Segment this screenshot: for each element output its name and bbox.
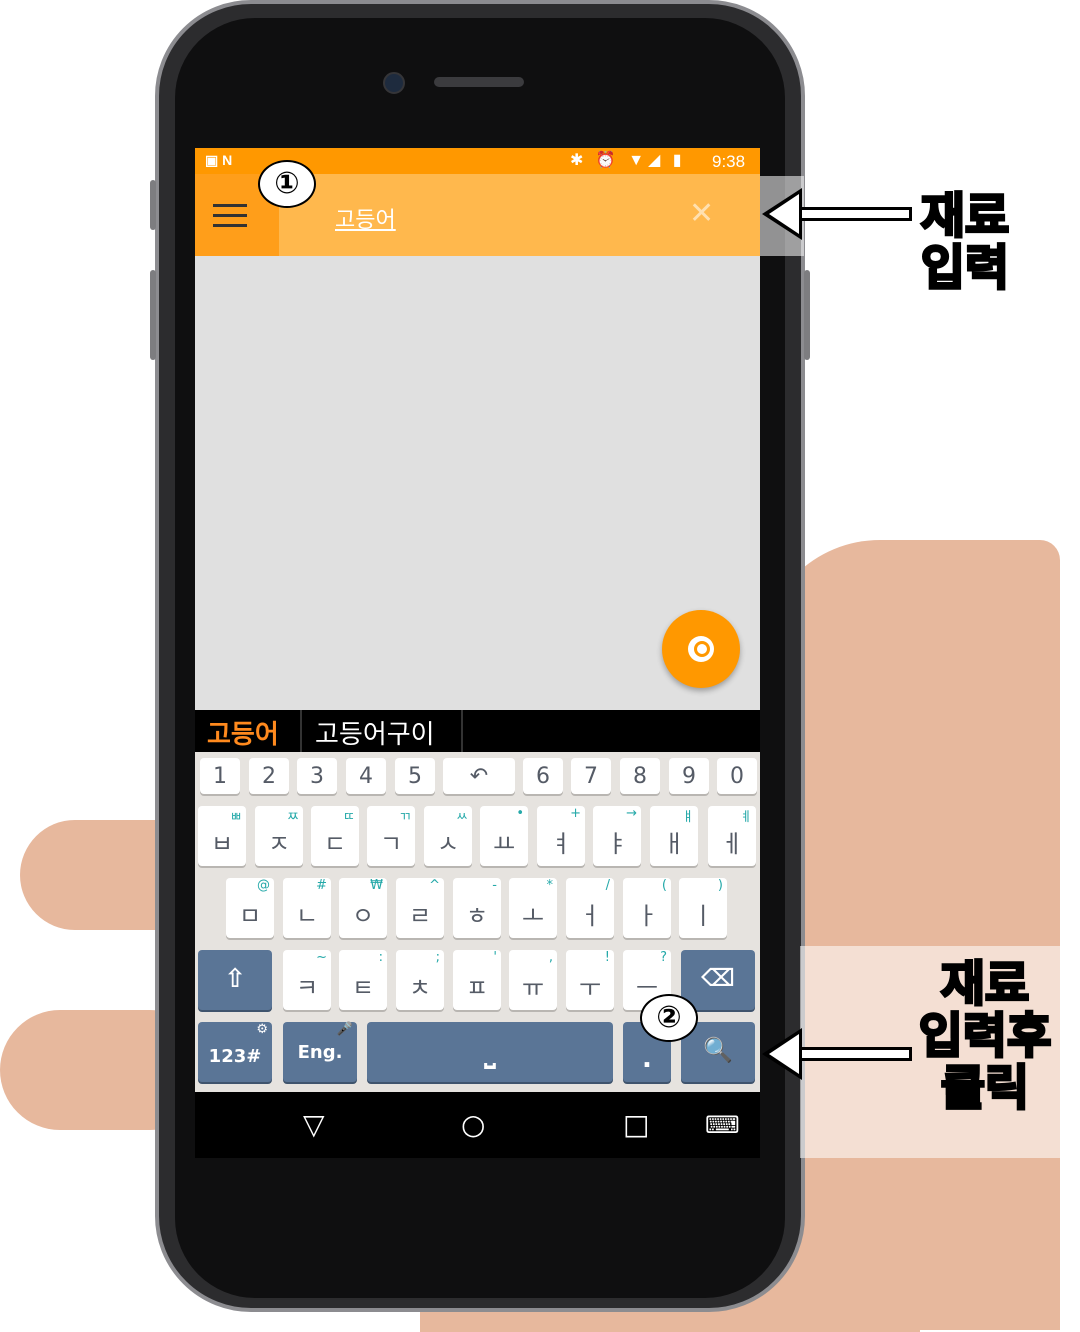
front-camera [383, 72, 405, 94]
key-5[interactable]: 5 [395, 758, 435, 794]
results-area [195, 256, 760, 710]
key-3[interactable]: 3 [297, 758, 337, 794]
gear-icon: ⚙ [256, 1022, 268, 1037]
chef-search-icon [688, 636, 714, 662]
key-7[interactable]: 7 [571, 758, 611, 794]
backspace-icon: ⌫ [701, 964, 735, 992]
side-button [150, 270, 156, 360]
key-ng[interactable]: ₩ ㅇ [339, 878, 387, 938]
key-1[interactable]: 1 [200, 758, 240, 794]
key-n[interactable]: # ㄴ [283, 878, 331, 938]
side-button [150, 180, 156, 230]
key-ya[interactable]: → ㅑ [593, 806, 641, 866]
hamburger-menu-icon[interactable] [213, 204, 247, 228]
key-t[interactable]: :ㅌ [339, 950, 387, 1010]
shift-icon: ⇧ [224, 964, 246, 994]
microphone-icon: 🎤 [336, 1022, 353, 1037]
key-u[interactable]: ! ㅜ [566, 950, 614, 1010]
shift-key[interactable]: ⇧ [198, 950, 272, 1010]
key-4[interactable]: 4 [346, 758, 386, 794]
key-a[interactable]: (ㅏ [623, 878, 671, 938]
back-icon[interactable]: ▽ [303, 1108, 325, 1141]
earpiece-speaker [434, 77, 524, 87]
callout-1: ① [258, 160, 316, 208]
number-mode-key[interactable]: ⚙ 123# [198, 1022, 272, 1082]
language-key[interactable]: 🎤 Eng. [283, 1022, 357, 1082]
key-6[interactable]: 6 [523, 758, 563, 794]
side-button [804, 270, 810, 360]
close-icon[interactable]: ✕ [689, 196, 714, 231]
backspace-key[interactable]: ⌫ [681, 950, 755, 1010]
key-2[interactable]: 2 [249, 758, 289, 794]
suggestion-item[interactable]: 고등어구이 [315, 714, 435, 750]
key-0[interactable]: 0 [717, 758, 757, 794]
home-icon[interactable]: ○ [461, 1108, 485, 1141]
undo-icon: ↶ [469, 764, 489, 789]
callout-2: ② [640, 994, 698, 1042]
key-ae[interactable]: ㅒㅐ [650, 806, 698, 866]
key-9[interactable]: 9 [669, 758, 709, 794]
key-e[interactable]: ㅖㅔ [708, 806, 756, 866]
clock: 9:38 [712, 152, 746, 171]
space-key[interactable]: ⎵ [367, 1022, 613, 1082]
key-ch[interactable]: ; ㅊ [396, 950, 444, 1010]
key-j[interactable]: ㅉㅈ [255, 806, 303, 866]
key-d[interactable]: ㄸㄷ [311, 806, 359, 866]
key-8[interactable]: 8 [620, 758, 660, 794]
divider [461, 710, 463, 752]
divider [300, 710, 302, 752]
arrow-to-search-key [762, 1028, 912, 1080]
key-yu[interactable]: ,ㅠ [509, 950, 557, 1010]
key-i[interactable]: ) ㅣ [679, 878, 727, 938]
key-g[interactable]: ㄲㄱ [367, 806, 415, 866]
key-yeo[interactable]: + ㅕ [537, 806, 585, 866]
suggestion-item[interactable]: 고등어 [207, 714, 279, 750]
space-icon: ⎵ [484, 1036, 496, 1069]
key-o[interactable]: * ㅗ [509, 878, 557, 938]
navigation-bar: ▽ ○ □ ⌨ [195, 1092, 760, 1158]
notification-icons: ▣ N [205, 152, 233, 168]
arrow-to-search [762, 188, 912, 240]
suggestion-bar: 고등어 고등어구이 [195, 710, 760, 752]
keyboard-icon[interactable]: ⌨ [705, 1111, 740, 1139]
key-yo[interactable]: • ㅛ [480, 806, 528, 866]
key-h[interactable]: -ㅎ [453, 878, 501, 938]
search-recipe-button[interactable] [662, 610, 740, 688]
label-input-then-click: 재료 입력후 클릭 [917, 956, 1052, 1116]
search-input[interactable]: 고등어 [335, 202, 396, 234]
system-icons: ✱ ⏰ ▼◢ ▮ [570, 152, 686, 169]
key-p[interactable]: ' ㅍ [453, 950, 501, 1010]
label-ingredient-input: 재료 입력 [919, 188, 1010, 296]
undo-key[interactable]: ↶ [443, 758, 515, 794]
key-s[interactable]: ㅆㅅ [424, 806, 472, 866]
key-eo[interactable]: / ㅓ [566, 878, 614, 938]
search-icon: 🔍 [703, 1036, 733, 1064]
key-m[interactable]: @ ㅁ [226, 878, 274, 938]
key-r[interactable]: ^ ㄹ [396, 878, 444, 938]
key-b[interactable]: ㅃㅂ [198, 806, 246, 866]
recents-icon[interactable]: □ [623, 1108, 649, 1141]
key-k[interactable]: ~ ㅋ [283, 950, 331, 1010]
search-box[interactable]: 고등어 ✕ [279, 174, 760, 256]
